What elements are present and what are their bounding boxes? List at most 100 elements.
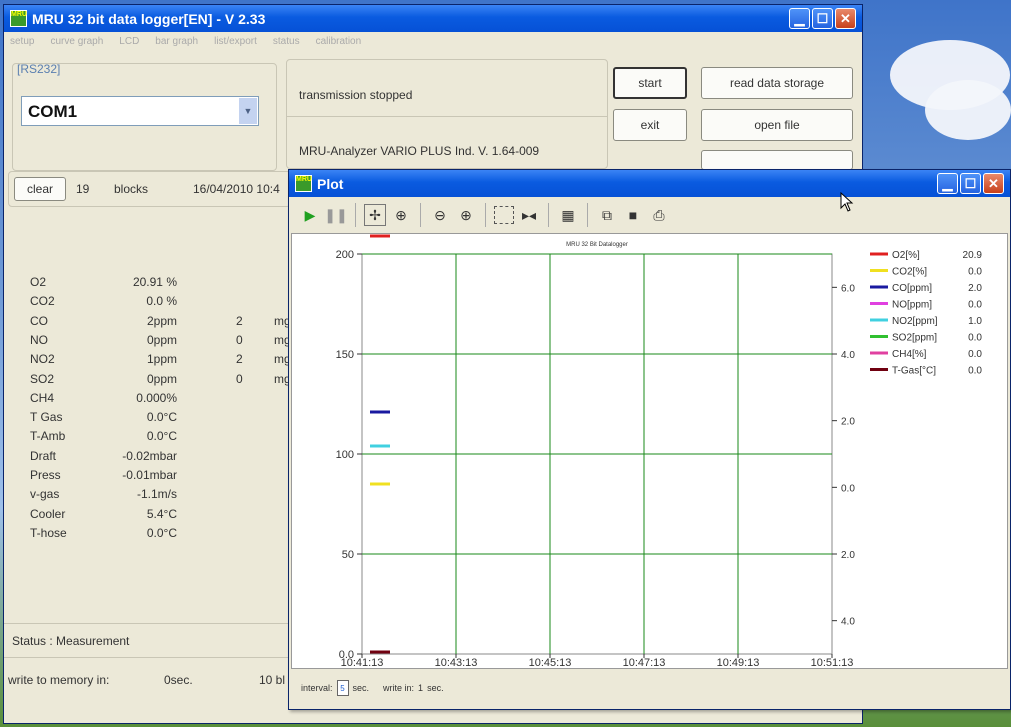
legend-label: NO[ppm] bbox=[892, 300, 932, 311]
measurement-value: 1ppm bbox=[146, 352, 177, 367]
y-right-tick-label: 6.0 bbox=[841, 283, 855, 294]
menu-item-lcd[interactable]: LCD bbox=[119, 36, 139, 47]
print-icon[interactable]: ⎙ bbox=[648, 204, 670, 226]
measurement-value: -0.02mbar bbox=[122, 448, 177, 463]
open-file-button[interactable]: open file bbox=[701, 109, 853, 141]
measurement-name: CH4 bbox=[30, 390, 55, 405]
main-title-bar[interactable]: MRU MRU 32 bit data logger[EN] - V 2.33 … bbox=[4, 5, 862, 32]
measurement-extra: 0 bbox=[236, 371, 243, 386]
mouse-cursor-icon bbox=[840, 192, 854, 212]
divider bbox=[4, 657, 291, 658]
save-icon[interactable]: ■ bbox=[622, 204, 644, 226]
measurement-value: 5.4°C bbox=[146, 506, 177, 521]
y-right-tick-label: 4.0 bbox=[841, 617, 855, 628]
menu-item-calibration[interactable]: calibration bbox=[316, 36, 362, 47]
menu-item-list-export[interactable]: list/export bbox=[214, 36, 257, 47]
measurement-value: 0.0°C bbox=[146, 410, 177, 425]
plot-app-icon: MRU bbox=[295, 175, 312, 192]
toolbar-separator bbox=[548, 203, 549, 227]
plot-minimize-button[interactable]: ▁ bbox=[937, 173, 958, 194]
menu-item-curve-graph[interactable]: curve graph bbox=[50, 36, 103, 47]
measurement-value: 20.91 % bbox=[132, 275, 177, 289]
measurement-name: NO2 bbox=[30, 352, 55, 367]
status-text: Status : Measurement bbox=[12, 634, 130, 648]
blocks-label: blocks bbox=[114, 182, 149, 196]
measurement-extra: 2 bbox=[236, 313, 243, 328]
chart-svg: MRU 32 Bit Datalogger10:41:13 10:43:13 10:… bbox=[336, 234, 983, 669]
measurement-name: CO bbox=[30, 313, 48, 328]
menu-item-bar-graph[interactable]: bar graph bbox=[155, 36, 198, 47]
minimize-button[interactable]: ▁ bbox=[789, 8, 810, 29]
maximize-button[interactable]: ☐ bbox=[812, 8, 833, 29]
exit-button[interactable]: exit bbox=[613, 109, 687, 141]
legend-value: 0.0 bbox=[968, 366, 982, 377]
y-left-tick-label: 150 bbox=[336, 349, 354, 361]
fit-icon[interactable]: ▸◂ bbox=[518, 204, 540, 226]
legend-value: 0.0 bbox=[968, 267, 982, 278]
write-in-value: 1 bbox=[418, 683, 424, 693]
close-button[interactable]: ✕ bbox=[835, 8, 856, 29]
measurement-value: 0.0°C bbox=[146, 525, 177, 540]
transmission-group: transmission stopped MRU-Analyzer VARIO … bbox=[286, 59, 608, 169]
chart-title: MRU 32 Bit Datalogger bbox=[566, 242, 628, 248]
zoom-in-icon[interactable]: ⊕ bbox=[455, 204, 477, 226]
measurement-name: T Gas bbox=[30, 410, 63, 425]
write-memory-value: 0sec. bbox=[164, 673, 193, 687]
toolbar-separator bbox=[355, 203, 356, 227]
clear-button[interactable]: clear bbox=[14, 177, 66, 201]
plot-window-title: Plot bbox=[317, 175, 344, 192]
toolbar-separator bbox=[587, 203, 588, 227]
pan-icon[interactable]: ✢ bbox=[364, 204, 386, 226]
plot-status-bar: interval: 5 sec. write in: 1 sec. bbox=[291, 674, 1008, 702]
toolbar-separator bbox=[485, 203, 486, 227]
y-right-tick-label: 4.0 bbox=[841, 350, 855, 361]
x-tick-label: 10:45:13 bbox=[529, 657, 572, 668]
plot-close-button[interactable]: ✕ bbox=[983, 173, 1004, 194]
x-tick-label: 10:49:13 bbox=[717, 657, 760, 668]
close-icon: ✕ bbox=[988, 175, 999, 191]
legend-label: CO[ppm] bbox=[892, 283, 932, 294]
menu-item-status[interactable]: status bbox=[273, 36, 300, 47]
measurement-name: Press bbox=[30, 468, 61, 482]
extra-button[interactable] bbox=[701, 150, 853, 170]
interval-field[interactable]: 5 bbox=[336, 680, 349, 696]
measurement-extra: 0 bbox=[236, 332, 243, 347]
rs232-group: [RS232] COM1 ▼ bbox=[12, 62, 277, 171]
zoom-area-icon[interactable]: ⊕ bbox=[390, 204, 412, 226]
chevron-down-icon[interactable]: ▼ bbox=[239, 98, 257, 124]
plot-maximize-button[interactable]: ☐ bbox=[960, 173, 981, 194]
play-icon[interactable]: ▶ bbox=[299, 204, 321, 226]
measurement-extra: 2 bbox=[236, 352, 243, 367]
divider bbox=[4, 623, 291, 624]
legend-label: T-Gas[°C] bbox=[892, 366, 936, 377]
legend-value: 0.0 bbox=[968, 349, 982, 360]
legend-value: 20.9 bbox=[963, 250, 983, 261]
main-window-title: MRU 32 bit data logger[EN] - V 2.33 bbox=[32, 10, 266, 27]
y-right-tick-label: 0.0 bbox=[841, 483, 855, 494]
read-data-storage-button[interactable]: read data storage bbox=[701, 67, 853, 99]
select-rect-icon[interactable] bbox=[494, 206, 514, 224]
write-memory-label: write to memory in: bbox=[8, 673, 110, 687]
properties-icon[interactable]: ▦ bbox=[557, 204, 579, 226]
measurement-value: 0.000% bbox=[136, 390, 177, 405]
interval-label: interval: bbox=[301, 683, 333, 693]
y-right-tick-label: 2.0 bbox=[841, 550, 855, 561]
legend-label: CO2[%] bbox=[892, 267, 927, 278]
measurement-value: 0.0°C bbox=[146, 429, 177, 444]
sec-label: sec. bbox=[352, 683, 370, 693]
measurement-value: -1.1m/s bbox=[136, 487, 177, 502]
copy-icon[interactable]: ⧉ bbox=[596, 204, 618, 226]
zoom-out-icon[interactable]: ⊖ bbox=[429, 204, 451, 226]
toolbar-separator bbox=[420, 203, 421, 227]
measurement-value: 0.0 % bbox=[146, 294, 177, 309]
pause-icon[interactable]: ❚❚ bbox=[324, 204, 347, 226]
cloud bbox=[925, 80, 1011, 140]
legend-label: O2[%] bbox=[892, 250, 920, 261]
com-port-select[interactable]: COM1 ▼ bbox=[21, 96, 259, 126]
plot-area[interactable]: MRU 32 Bit Datalogger 10:41:13 10:43:13 10:… bbox=[291, 233, 1008, 669]
menu-item-setup[interactable]: setup bbox=[10, 36, 34, 47]
plot-title-bar[interactable]: MRU Plot ▁ ☐ ✕ bbox=[289, 170, 1010, 197]
maximize-icon: ☐ bbox=[816, 10, 829, 26]
start-button[interactable]: start bbox=[613, 67, 687, 99]
measurement-name: Draft bbox=[30, 448, 57, 463]
